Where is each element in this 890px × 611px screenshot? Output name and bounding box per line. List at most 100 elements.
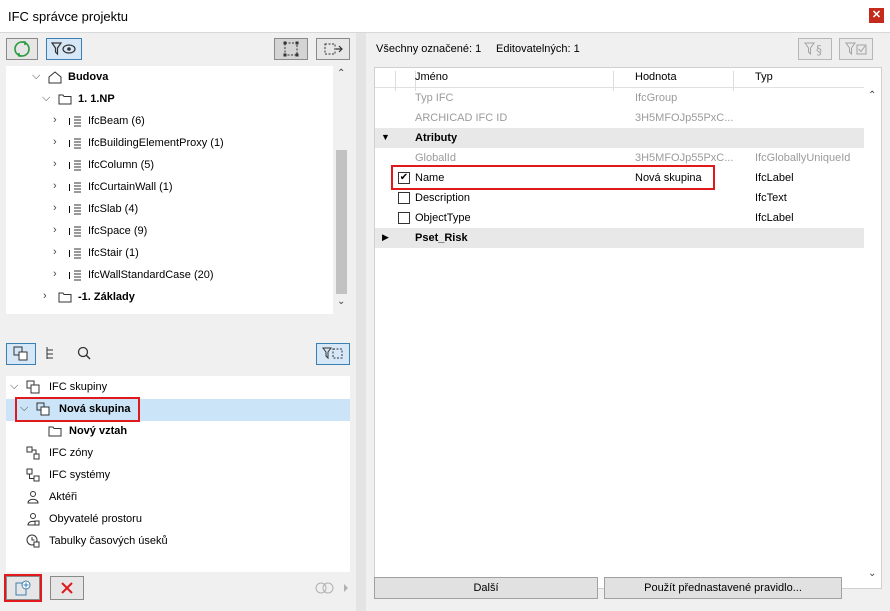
scroll-down-icon[interactable]: ⌄ <box>868 568 876 579</box>
filter-frame-icon <box>322 347 343 360</box>
navigate-button[interactable] <box>316 38 350 60</box>
tree-scrollbar[interactable]: ⌃ ⌄ <box>333 66 350 314</box>
link-button[interactable] <box>312 579 352 599</box>
tab-search[interactable] <box>76 345 96 365</box>
tree-label: IFC skupiny <box>49 381 108 393</box>
section-attributes[interactable]: ▼ Atributy <box>375 128 865 148</box>
chevron-right-icon[interactable]: › <box>53 224 57 236</box>
tree-item-schedules[interactable]: Tabulky časových úseků <box>6 531 350 553</box>
ifc-type-icon: I <box>68 160 81 172</box>
highlight-box <box>15 397 140 422</box>
chevron-right-icon[interactable]: › <box>53 202 57 214</box>
highlight-box <box>4 574 42 602</box>
tree-label: Aktéři <box>49 491 78 503</box>
group-icon <box>26 380 40 394</box>
tree-label: Tabulky časových úseků <box>49 535 168 547</box>
tree-label: IfcColumn (5) <box>88 159 155 171</box>
tree-label: IfcSlab (4) <box>88 203 139 215</box>
filter-rules-button[interactable]: § <box>798 38 832 60</box>
tree-item-ifcproxy[interactable]: › I IfcBuildingElementProxy (1) <box>6 133 350 155</box>
tree-item-ifccolumn[interactable]: › I IfcColumn (5) <box>6 155 350 177</box>
chevron-right-icon[interactable]: › <box>43 290 47 302</box>
grid-row-description[interactable]: Description IfcText <box>375 188 865 208</box>
tree-item-new-relation[interactable]: Nový vztah <box>6 421 350 443</box>
expand-arrow-icon[interactable]: ▶ <box>382 232 389 243</box>
row-value: 3H5MFOJp55PxC... <box>635 152 733 164</box>
tree-item-ifc-zones[interactable]: IFC zóny <box>6 443 350 465</box>
filter-frame-button[interactable] <box>316 343 350 365</box>
tree-item-ifcspace[interactable]: › I IfcSpace (9) <box>6 221 350 243</box>
row-name: ObjectType <box>415 212 471 224</box>
tab-groups[interactable] <box>6 343 36 365</box>
grid-row-objecttype[interactable]: ObjectType IfcLabel <box>375 208 865 228</box>
section-label: Atributy <box>415 132 458 144</box>
properties-grid: Jméno Hodnota Typ Typ IFC IfcGroup ARCHI… <box>374 67 882 589</box>
right-pane: Všechny označené: 1 Editovatelných: 1 § … <box>366 33 890 611</box>
description-checkbox[interactable] <box>398 192 410 204</box>
row-name: ARCHICAD IFC ID <box>415 112 508 124</box>
scroll-down-icon[interactable]: ⌄ <box>337 296 345 307</box>
ifc-type-icon: I <box>68 248 81 260</box>
tree-item-ifcslab[interactable]: › I IfcSlab (4) <box>6 199 350 221</box>
refresh-icon <box>14 41 30 57</box>
tree-item-budova[interactable]: ⌵ Budova <box>6 67 350 89</box>
filter-view-button[interactable] <box>46 38 82 60</box>
tree-item-ifcwall[interactable]: › I IfcWallStandardCase (20) <box>6 265 350 287</box>
tab-hierarchy[interactable] <box>44 345 64 365</box>
row-value: IfcGroup <box>635 92 678 104</box>
scroll-thumb[interactable] <box>336 150 347 294</box>
chevron-right-icon[interactable]: › <box>53 114 57 126</box>
chevron-down-icon[interactable]: ⌵ <box>10 380 18 393</box>
folder-icon <box>58 94 72 105</box>
tree-item-ifc-systems[interactable]: IFC systémy <box>6 465 350 487</box>
col-name[interactable]: Jméno <box>415 71 448 83</box>
chevron-right-icon[interactable]: › <box>53 268 57 280</box>
highlight-box <box>391 165 715 190</box>
tree-item-zaklady[interactable]: › -1. Základy <box>6 287 350 309</box>
row-type: IfcLabel <box>755 212 794 224</box>
section-pset-risk[interactable]: ▶ Pset_Risk <box>375 228 865 248</box>
chevron-down-icon[interactable]: ⌵ <box>32 70 40 83</box>
grid-row[interactable]: Typ IFC IfcGroup <box>375 88 865 108</box>
chevron-right-icon[interactable]: › <box>53 246 57 258</box>
window-title: IFC správce projektu <box>8 9 128 24</box>
tree-item-ifcstair[interactable]: › I IfcStair (1) <box>6 243 350 265</box>
chevron-right-icon[interactable]: › <box>53 158 57 170</box>
row-type: IfcText <box>755 192 787 204</box>
svg-text:§: § <box>816 43 822 57</box>
chevron-right-icon[interactable]: › <box>53 180 57 192</box>
ifc-type-icon: I <box>68 226 81 238</box>
chevron-right-icon[interactable]: › <box>53 136 57 148</box>
section-label: Pset_Risk <box>415 232 468 244</box>
tree-item-actors[interactable]: Aktéři <box>6 487 350 509</box>
filter-eye-icon <box>51 42 76 56</box>
filter-check-button[interactable] <box>839 38 873 60</box>
collapse-arrow-icon[interactable]: ▼ <box>381 132 390 142</box>
col-type[interactable]: Typ <box>755 71 773 83</box>
delete-button[interactable] <box>50 576 84 600</box>
scroll-up-icon[interactable]: ⌃ <box>868 90 876 101</box>
refresh-button[interactable] <box>6 38 38 60</box>
close-icon[interactable]: ✕ <box>869 8 884 23</box>
apply-preset-rule-button[interactable]: Použít přednastavené pravidlo... <box>604 577 842 599</box>
next-button[interactable]: Další <box>374 577 598 599</box>
grid-scrollbar[interactable]: ⌃ ⌄ <box>864 68 881 588</box>
objecttype-checkbox[interactable] <box>398 212 410 224</box>
pane-splitter[interactable] <box>356 33 366 611</box>
tree-item-occupants[interactable]: Obyvatelé prostoru <box>6 509 350 531</box>
tree-item-ifcbeam[interactable]: › I IfcBeam (6) <box>6 111 350 133</box>
chevron-down-icon[interactable]: ⌵ <box>42 92 50 105</box>
selection-frame-icon <box>283 41 299 57</box>
grid-row[interactable]: ARCHICAD IFC ID 3H5MFOJp55PxC... <box>375 108 865 128</box>
row-type: IfcLabel <box>755 172 794 184</box>
tree-item-ifc-groups[interactable]: ⌵ IFC skupiny <box>6 377 350 399</box>
tree-item-floor[interactable]: ⌵ 1. 1.NP <box>6 89 350 111</box>
col-value[interactable]: Hodnota <box>635 71 677 83</box>
tree-item-ifccurtainwall[interactable]: › I IfcCurtainWall (1) <box>6 177 350 199</box>
svg-text:I: I <box>68 183 71 194</box>
filter-section-icon: § <box>804 42 822 57</box>
search-icon <box>77 346 91 360</box>
scroll-up-icon[interactable]: ⌃ <box>337 68 345 79</box>
select-elements-button[interactable] <box>274 38 308 60</box>
row-value: 3H5MFOJp55PxC... <box>635 112 733 124</box>
